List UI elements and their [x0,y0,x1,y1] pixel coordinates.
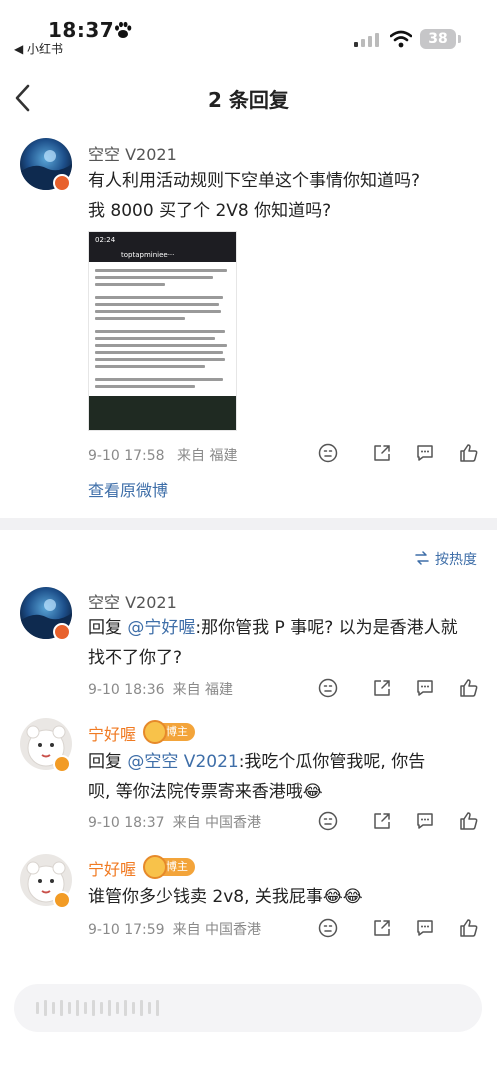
emoji-icon[interactable] [318,678,338,698]
reply-text: 回复 @宁好喔:那你管我 P 事呢? 以为是香港人就 找不了你了? [88,618,458,668]
comment-text: 有人利用活动规则下空单这个事情你知道吗? 我 8000 买了个 2V8 你知道吗… [88,166,420,226]
page-header: 2 条回复 [0,70,497,126]
share-icon[interactable] [372,678,392,698]
paw-icon [115,21,132,38]
sort-by-hot-button[interactable]: 按热度 [435,549,477,569]
comment-meta: 9-10 17:58 来自 福建 [88,445,245,465]
verified-badge-icon [53,174,71,192]
verified-badge-icon [53,755,71,773]
like-icon[interactable] [459,678,479,698]
view-original-link[interactable]: 查看原微博 [88,477,168,501]
blurred-placeholder [36,1000,159,1016]
comment-text-line: 我 8000 买了个 2V8 你知道吗? [88,201,332,221]
embed-time: 02:24 [95,236,116,244]
comment-icon[interactable] [415,811,435,831]
status-time: 18:37 [48,18,115,42]
like-icon[interactable] [459,811,479,831]
embed-header: 02:24 toptapminiee··· [89,232,236,262]
comment-username[interactable]: 空空 V2021 [88,141,177,165]
reply-input[interactable] [14,984,482,1032]
mention-link[interactable]: @空空 V2021 [127,752,238,772]
embed-video-strip [89,396,236,430]
comment-date: 9-10 17:58 [88,448,165,464]
mention-link[interactable]: @宁好喔 [127,618,195,638]
comment-image[interactable]: 02:24 toptapminiee··· [88,231,237,431]
back-to-app-link[interactable]: ◀ 小红书 [14,40,63,57]
page-title: 2 条回复 [208,88,289,112]
reply-username[interactable]: 宁好喔 [88,856,136,880]
battery-indicator: 38 [420,29,456,49]
status-bar: 18:37 ◀ 小红书 38 [0,0,497,62]
wifi-icon [390,30,412,48]
embed-username: toptapminiee··· [121,251,175,259]
blogger-badge: 博主 [143,855,195,879]
comment-source: 来自 福建 [177,448,238,464]
emoji-icon[interactable] [318,443,338,463]
like-icon[interactable] [459,918,479,938]
verified-badge-icon [53,623,71,641]
share-icon[interactable] [372,443,392,463]
reply-meta: 9-10 17:59 来自 中国香港 [88,922,262,938]
reply-username[interactable]: 空空 V2021 [88,589,177,613]
reply-text: 谁管你多少钱卖 2v8, 关我屁事😂😂 [88,887,363,907]
signal-icon [354,33,379,47]
emoji-icon[interactable] [318,918,338,938]
reply-username[interactable]: 宁好喔 [88,721,136,745]
comment-text-line: 有人利用活动规则下空单这个事情你知道吗? [88,171,421,191]
reply-text: 回复 @空空 V2021:我吃个瓜你管我呢, 你告 呗, 等你法院传票寄来香港哦… [88,752,426,802]
comment-icon[interactable] [415,443,435,463]
reply-meta: 9-10 18:36 来自 福建 [88,682,234,698]
emoji-icon[interactable] [318,811,338,831]
share-icon[interactable] [372,918,392,938]
share-icon[interactable] [372,811,392,831]
verified-badge-icon [53,891,71,909]
section-divider [0,518,497,530]
reply-meta: 9-10 18:37 来自 中国香港 [88,815,262,831]
sort-icon[interactable] [414,551,430,565]
blogger-badge: 博主 [143,720,195,744]
like-icon[interactable] [459,443,479,463]
battery-tip [458,35,461,43]
comment-icon[interactable] [415,918,435,938]
comment-icon[interactable] [415,678,435,698]
